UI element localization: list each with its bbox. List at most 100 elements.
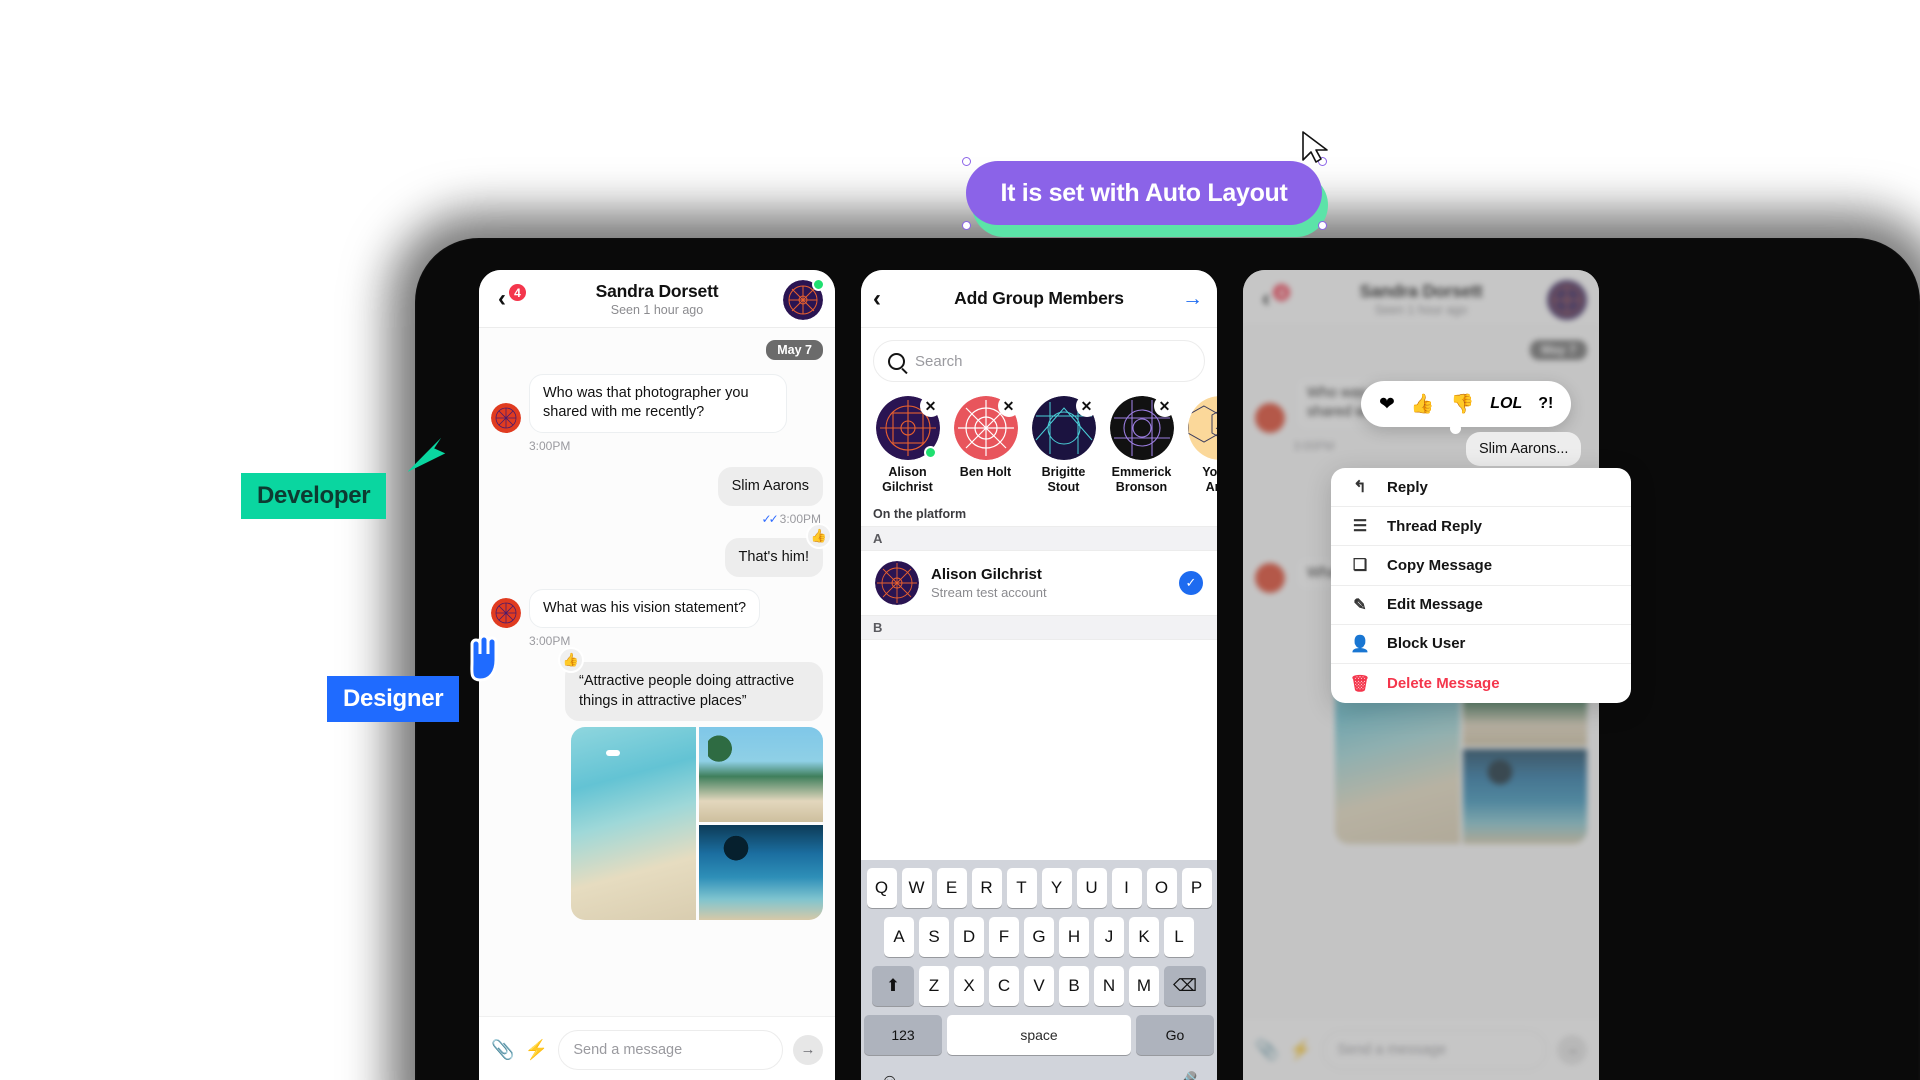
key-c[interactable]: C bbox=[989, 966, 1019, 1006]
space-key[interactable]: space bbox=[947, 1015, 1131, 1055]
avatar: ✕ bbox=[875, 395, 942, 460]
key-h[interactable]: H bbox=[1059, 917, 1089, 957]
message-bubble[interactable]: What was his vision statement? bbox=[529, 589, 761, 629]
designer-label: Designer bbox=[327, 676, 460, 722]
key-b[interactable]: B bbox=[1059, 966, 1089, 1006]
emoji-icon[interactable]: ☺ bbox=[880, 1071, 899, 1080]
photo-thumbnail[interactable] bbox=[698, 726, 823, 822]
avatar bbox=[491, 598, 521, 629]
key-y[interactable]: Y bbox=[1041, 868, 1072, 908]
key-w[interactable]: W bbox=[901, 868, 932, 908]
remove-member-icon[interactable]: ✕ bbox=[1153, 395, 1176, 417]
shift-key[interactable]: ⬆ bbox=[872, 966, 914, 1006]
reaction-option[interactable]: 👍 bbox=[1411, 392, 1435, 416]
key-l[interactable]: L bbox=[1164, 917, 1194, 957]
selected-member-chip[interactable]: ✕ Ben Holt bbox=[951, 395, 1020, 495]
key-j[interactable]: J bbox=[1094, 917, 1124, 957]
alpha-section-b: B bbox=[861, 614, 1217, 640]
member-name: Alison Gilchrist bbox=[882, 465, 933, 494]
back-icon[interactable]: ‹ bbox=[873, 287, 881, 311]
message-context-menu[interactable]: ↰ Reply ☰ Thread Reply ❏ Copy Message ✎ Edit Me… bbox=[1331, 468, 1631, 704]
message-input[interactable]: Send a message bbox=[558, 1029, 783, 1070]
context-menu-item[interactable]: 👤 Block User bbox=[1331, 625, 1631, 664]
key-o[interactable]: O bbox=[1146, 868, 1177, 908]
reaction-option[interactable]: ?! bbox=[1538, 395, 1553, 413]
reply-icon: ↰ bbox=[1353, 479, 1367, 497]
message-list[interactable]: May 7 Who was that photographer you shar… bbox=[479, 328, 835, 1080]
key-f[interactable]: F bbox=[989, 917, 1019, 957]
date-divider: May 7 bbox=[766, 340, 823, 360]
page-title: Sandra Dorsett bbox=[595, 280, 719, 301]
selected-check-icon[interactable]: ✓ bbox=[1179, 570, 1203, 595]
remove-member-icon[interactable]: ✕ bbox=[919, 395, 942, 417]
developer-cursor-icon bbox=[408, 433, 446, 473]
remove-member-icon[interactable]: ✕ bbox=[997, 395, 1020, 417]
selected-member-chip[interactable]: ✕ Brigitte Stout bbox=[1029, 395, 1098, 495]
selected-member-chip[interactable]: ✕ Yorim Aras bbox=[1185, 396, 1217, 495]
key-z[interactable]: Z bbox=[919, 966, 949, 1006]
online-status-dot bbox=[923, 446, 937, 459]
list-item[interactable]: Alison Gilchrist Stream test account ✓ bbox=[861, 550, 1217, 615]
list-item-subtitle: Stream test account bbox=[931, 584, 1047, 600]
microphone-icon[interactable]: 🎤 bbox=[1174, 1070, 1198, 1080]
selected-member-chip[interactable]: ✕ Alison Gilchrist bbox=[873, 395, 942, 495]
avatar: ✕ bbox=[1187, 396, 1217, 460]
key-t[interactable]: T bbox=[1006, 868, 1037, 908]
go-key[interactable]: Go bbox=[1136, 1015, 1214, 1055]
developer-label: Developer bbox=[241, 473, 387, 519]
key-v[interactable]: V bbox=[1024, 966, 1054, 1006]
message-bubble[interactable]: “Attractive people doing attractive thin… bbox=[565, 662, 823, 721]
remove-member-icon[interactable]: ✕ bbox=[1075, 395, 1098, 417]
message-bubble[interactable]: Slim Aarons bbox=[717, 466, 823, 506]
figma-cursor-icon bbox=[1300, 130, 1330, 164]
key-s[interactable]: S bbox=[919, 917, 949, 957]
reaction-option[interactable]: LOL bbox=[1490, 395, 1522, 413]
key-g[interactable]: G bbox=[1024, 917, 1054, 957]
paperclip-icon[interactable]: 📎 bbox=[491, 1038, 515, 1062]
key-d[interactable]: D bbox=[954, 917, 984, 957]
key-x[interactable]: X bbox=[954, 966, 984, 1006]
key-q[interactable]: Q bbox=[866, 868, 897, 908]
context-menu-item[interactable]: ❏ Copy Message bbox=[1331, 546, 1631, 586]
member-name: Ben Holt bbox=[959, 465, 1012, 479]
photo-thumbnail[interactable] bbox=[698, 824, 823, 920]
reaction-badge[interactable]: 👍 bbox=[806, 522, 832, 549]
reaction-picker[interactable]: ❤ 👍 👎 LOL?! bbox=[1361, 381, 1572, 427]
key-u[interactable]: U bbox=[1076, 868, 1107, 908]
resize-handle-tl[interactable] bbox=[962, 157, 971, 166]
send-button[interactable]: → bbox=[793, 1034, 823, 1065]
selected-member-chip[interactable]: ✕ Emmerick Bronson bbox=[1107, 395, 1176, 495]
search-input[interactable]: Search bbox=[873, 340, 1205, 382]
photo-thumbnail[interactable] bbox=[571, 726, 696, 920]
context-menu-item[interactable]: ☰ Thread Reply bbox=[1331, 507, 1631, 547]
key-a[interactable]: A bbox=[884, 917, 914, 957]
key-n[interactable]: N bbox=[1094, 966, 1124, 1006]
selected-members-strip[interactable]: ✕ Alison Gilchrist ✕ Ben Holt ✕ Brigitte… bbox=[861, 392, 1217, 501]
on-screen-keyboard[interactable]: QWERTYUIOP ASDFGHJKL ⬆ ZXCVBNM ⌫ 123 spa… bbox=[861, 860, 1217, 1080]
key-e[interactable]: E bbox=[936, 868, 967, 908]
backspace-key[interactable]: ⌫ bbox=[1164, 966, 1206, 1006]
next-arrow-icon[interactable]: → bbox=[1182, 288, 1203, 309]
phone-add-members-screen: ‹ Add Group Members → Search ✕ Alison Gi… bbox=[861, 270, 1217, 1080]
resize-handle-bl[interactable] bbox=[962, 221, 971, 230]
reaction-option[interactable]: 👎 bbox=[1451, 392, 1475, 416]
message-photo-grid[interactable] bbox=[571, 726, 823, 920]
reaction-option[interactable]: ❤ bbox=[1379, 393, 1395, 416]
message-bubble[interactable]: Who was that photographer you shared wit… bbox=[529, 374, 787, 433]
avatar: ✕ bbox=[1109, 395, 1176, 460]
numbers-key[interactable]: 123 bbox=[864, 1015, 942, 1055]
key-i[interactable]: I bbox=[1111, 868, 1142, 908]
avatar: ✕ bbox=[1031, 395, 1098, 460]
page-title: Add Group Members bbox=[954, 288, 1124, 308]
resize-handle-br[interactable] bbox=[1318, 221, 1327, 230]
key-m[interactable]: M bbox=[1129, 966, 1159, 1006]
context-menu-item[interactable]: 🗑 Delete Message bbox=[1331, 664, 1631, 703]
key-r[interactable]: R bbox=[971, 868, 1002, 908]
context-menu-item[interactable]: ✎ Edit Message bbox=[1331, 586, 1631, 625]
thread-reply-icon: ☰ bbox=[1352, 518, 1368, 536]
key-k[interactable]: K bbox=[1129, 917, 1159, 957]
copy-icon: ❏ bbox=[1352, 557, 1368, 575]
context-menu-item[interactable]: ↰ Reply bbox=[1331, 468, 1631, 508]
lightning-icon[interactable]: ⚡ bbox=[525, 1038, 549, 1062]
key-p[interactable]: P bbox=[1181, 868, 1212, 908]
